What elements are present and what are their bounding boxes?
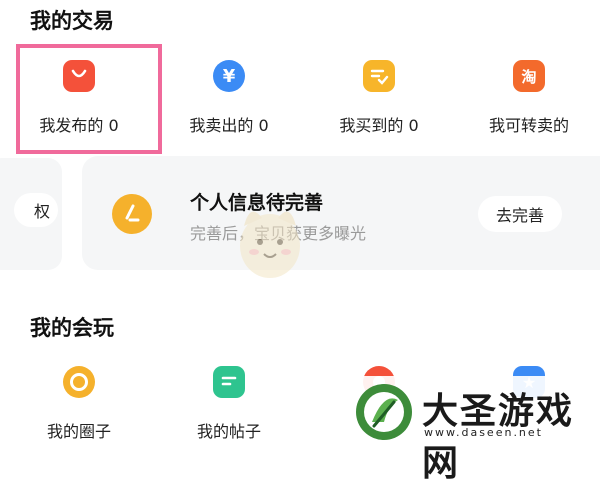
circle-ring-icon xyxy=(63,366,95,398)
tao-icon: 淘 xyxy=(513,60,545,92)
complete-profile-button[interactable]: 去完善 xyxy=(478,196,562,232)
watermark-url: www.daseen.net xyxy=(424,426,543,439)
grid-item-label: 我的帖子 xyxy=(196,422,261,441)
pen-icon xyxy=(112,194,152,234)
highlight-frame xyxy=(16,44,162,154)
list-check-icon xyxy=(363,60,395,92)
grid-item-my-circles[interactable]: 我的圈子 xyxy=(4,366,154,442)
grid-item-my-posts[interactable]: 我的帖子 xyxy=(154,366,304,442)
grid-item-label: 我卖出的 0 xyxy=(189,116,269,135)
profile-info-card[interactable]: 个人信息待完善 完善后，宝贝获更多曝光 去完善 xyxy=(82,156,600,270)
play-section-title: 我的会玩 xyxy=(30,316,114,340)
grid-item-label: 我的圈子 xyxy=(46,422,111,441)
left-partial-card[interactable]: 权 xyxy=(0,158,62,270)
site-logo-icon xyxy=(354,382,414,442)
trade-section-title: 我的交易 xyxy=(30,9,114,33)
grid-item-label: 我买到的 0 xyxy=(339,116,419,135)
site-watermark: 大圣游戏网 www.daseen.net xyxy=(348,376,600,484)
post-icon xyxy=(213,366,245,398)
mascot-watermark-icon xyxy=(230,198,310,288)
left-card-button[interactable]: 权 xyxy=(14,193,58,227)
yen-icon: ¥ xyxy=(213,60,245,92)
grid-item-label: 我可转卖的 xyxy=(488,116,569,135)
grid-item-my-sold[interactable]: ¥ 我卖出的 0 xyxy=(154,60,304,136)
grid-item-my-bought[interactable]: 我买到的 0 xyxy=(304,60,454,136)
grid-item-resellable[interactable]: 淘 我可转卖的 xyxy=(454,60,600,136)
